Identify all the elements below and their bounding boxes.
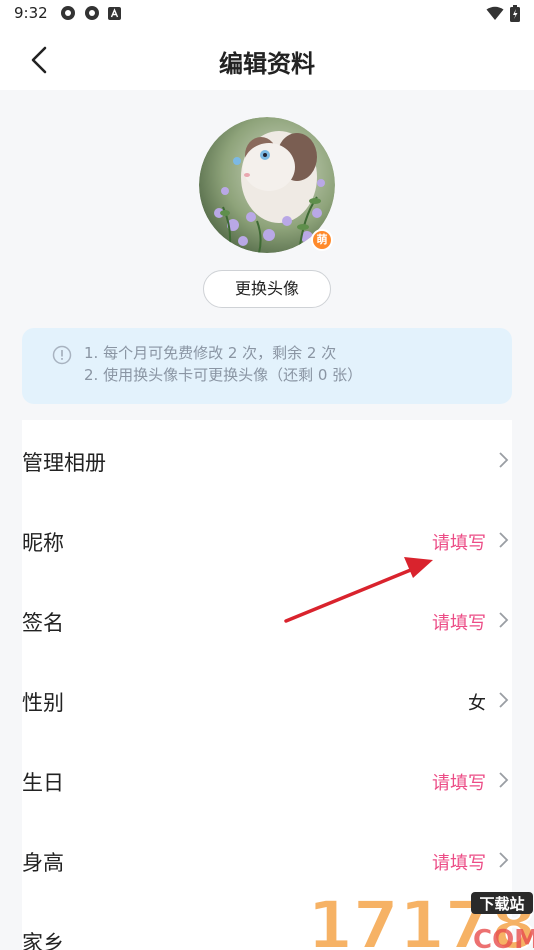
avatar-notice: 1. 每个月可免费修改 2 次，剩余 2 次 2. 使用换头像卡可更换头像（还剩… bbox=[22, 328, 512, 404]
notice-line: 1. 每个月可免费修改 2 次，剩余 2 次 bbox=[84, 344, 337, 362]
row-label: 管理相册 bbox=[22, 451, 106, 475]
battery-icon bbox=[510, 5, 520, 22]
profile-field-list: 管理相册 昵称 请填写 签名 请填写 性别 女 生日 请填写 身高 请填写 家乡 bbox=[22, 420, 512, 950]
page-title: 编辑资料 bbox=[219, 50, 315, 78]
site-watermark-logo: 17178 下载站 COM bbox=[306, 886, 534, 950]
row-label: 生日 bbox=[22, 771, 64, 795]
row-label: 家乡 bbox=[22, 931, 64, 950]
row-manage-album[interactable]: 管理相册 bbox=[22, 420, 512, 500]
row-value: 请填写 bbox=[432, 613, 486, 634]
row-label: 身高 bbox=[22, 851, 64, 875]
chevron-right-icon bbox=[499, 692, 509, 708]
chevron-right-icon bbox=[499, 612, 509, 628]
row-value: 女 bbox=[468, 693, 486, 714]
change-avatar-button[interactable]: 更换头像 bbox=[203, 270, 331, 308]
row-birthday[interactable]: 生日 请填写 bbox=[22, 740, 512, 820]
chevron-right-icon bbox=[499, 772, 509, 788]
row-label: 昵称 bbox=[22, 531, 64, 555]
watermark-domain: COM bbox=[473, 925, 534, 950]
wifi-icon bbox=[486, 6, 504, 20]
row-value: 请填写 bbox=[432, 533, 486, 554]
row-value: 请填写 bbox=[432, 773, 486, 794]
status-time: 9:32 bbox=[14, 4, 48, 22]
notice-line: 2. 使用换头像卡可更换头像（还剩 0 张） bbox=[84, 366, 363, 384]
status-bar: 9:32 bbox=[0, 0, 534, 28]
chevron-right-icon bbox=[499, 852, 509, 868]
notification-a-icon bbox=[108, 7, 121, 20]
info-icon bbox=[52, 345, 72, 365]
notification-app-icon bbox=[85, 6, 99, 20]
edit-profile-screen: 9:32 编辑资料 萌 更换头像 1. 每个月可免费修改 2 次，剩余 2 次 … bbox=[0, 0, 534, 950]
avatar-container[interactable]: 萌 bbox=[199, 117, 335, 253]
watermark-tag: 下载站 bbox=[479, 895, 524, 913]
row-nickname[interactable]: 昵称 请填写 bbox=[22, 500, 512, 580]
row-value: 请填写 bbox=[432, 853, 486, 874]
chevron-right-icon bbox=[499, 452, 509, 468]
row-label: 性别 bbox=[22, 691, 64, 715]
notification-app-icon bbox=[61, 6, 75, 20]
row-signature[interactable]: 签名 请填写 bbox=[22, 580, 512, 660]
avatar-badge: 萌 bbox=[311, 229, 333, 251]
header-bar: 编辑资料 bbox=[0, 28, 534, 90]
row-label: 签名 bbox=[22, 611, 64, 635]
chevron-right-icon bbox=[499, 532, 509, 548]
status-right-icons bbox=[486, 5, 520, 22]
row-gender[interactable]: 性别 女 bbox=[22, 660, 512, 740]
